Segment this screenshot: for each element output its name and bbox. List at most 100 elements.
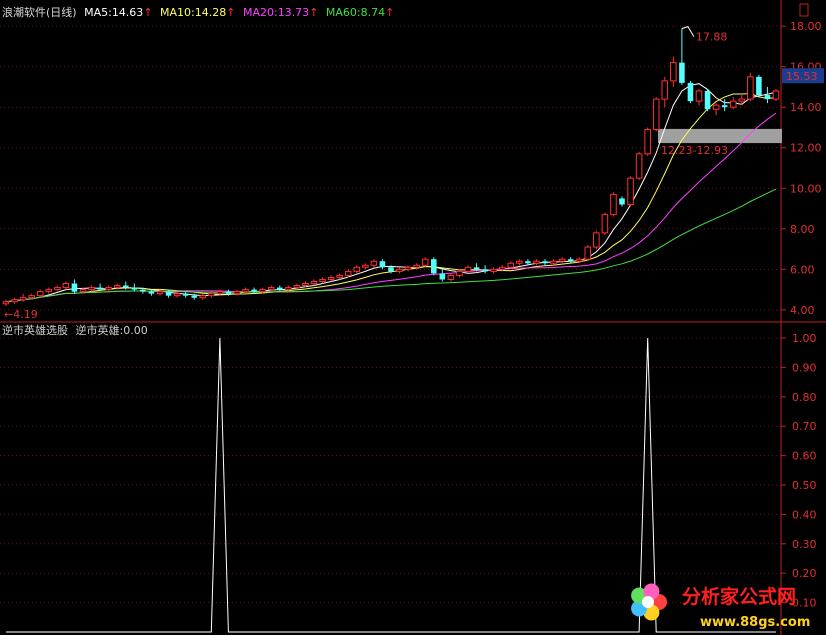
candle-body [507, 262, 515, 268]
indicator-tick-label: 0.80 [792, 391, 817, 404]
candle-body [208, 293, 215, 297]
candle-body [388, 267, 394, 272]
candle-body [259, 289, 266, 293]
chart-stage: 18.0016.0014.0012.0010.008.006.004.0012.… [0, 0, 826, 635]
indicator-tick-label: 0.30 [792, 538, 817, 551]
candle-body [370, 260, 378, 266]
candle-body [516, 260, 523, 264]
candle-body [704, 91, 711, 110]
stock-title: 浪潮软件(日线) [2, 6, 77, 19]
candle-body [542, 261, 548, 264]
candle-body [251, 289, 257, 292]
candle-body [404, 266, 412, 270]
candle-body [439, 273, 446, 280]
candle-body [721, 105, 728, 108]
candle-body [473, 267, 480, 270]
candle-body [464, 266, 472, 272]
price-tick-label: 14.00 [790, 101, 822, 114]
indicator-tick-label: 0.90 [792, 361, 817, 374]
candle-body [242, 289, 249, 293]
ma10-up-arrow: ↑ [226, 6, 236, 19]
ma5-up-arrow: ↑ [143, 6, 153, 19]
price-tick-label: 12.00 [790, 142, 822, 155]
candle-body [62, 283, 70, 289]
candle-body [498, 266, 506, 270]
candle-body [276, 287, 283, 290]
ma60-line [5, 188, 777, 303]
watermark-url: www.88gs.com [700, 615, 810, 630]
candle-body [71, 283, 78, 292]
candle-body [712, 104, 720, 110]
candle-body [216, 291, 224, 295]
candle-body [191, 295, 198, 298]
ma60-readout: MA60:8.74 [325, 6, 386, 19]
low-price-label: ←4.19 [4, 308, 38, 321]
candle-body [558, 258, 566, 262]
candle-body [593, 232, 600, 248]
candle-body [310, 280, 318, 285]
candle-body [644, 129, 651, 155]
candle-body [567, 259, 574, 262]
indicator-tick-label: 0.20 [792, 567, 817, 580]
candle-body [97, 287, 103, 290]
candle-body [747, 76, 754, 100]
candle-body [36, 291, 44, 297]
indicator-name: 逆市英雄选股 [2, 324, 68, 337]
candle-body [336, 274, 343, 278]
candle-body [413, 264, 420, 268]
candle-body [28, 295, 35, 299]
indicator-tick-label: 0.60 [792, 450, 817, 463]
candle-body [619, 198, 625, 205]
band-label: 12.23-12.93 [661, 144, 728, 157]
indicator-value: 逆市英雄:0.00 [75, 324, 148, 337]
candle-body [302, 283, 309, 287]
candle-body [379, 261, 386, 268]
candle-body [54, 287, 61, 291]
ma20-up-arrow: ↑ [309, 6, 319, 19]
candle-body [430, 259, 437, 274]
candle-body [165, 291, 172, 296]
candle-body [327, 276, 335, 280]
candle-body [525, 261, 531, 264]
candle-body [695, 90, 703, 102]
indicator-tick-label: 1.00 [792, 332, 817, 345]
candle-body [772, 90, 780, 100]
candle-body [2, 301, 10, 305]
price-tick-label: 6.00 [790, 263, 815, 276]
candle-body [447, 274, 455, 280]
candle-body [148, 291, 155, 294]
candle-body [156, 291, 164, 295]
chart-header: 浪潮软件(日线) MA5:14.63↑ MA10:14.28↑ MA20:13.… [2, 6, 394, 19]
candle-body [293, 285, 301, 289]
current-price-label: 15.53 [786, 70, 818, 83]
candle-body [122, 285, 129, 288]
watermark-text: 分析家公式网 [682, 585, 796, 608]
indicator-tick-label: 0.40 [792, 508, 817, 521]
candle-body [233, 291, 241, 295]
ma20-readout: MA20:13.73 [242, 6, 310, 19]
indicator-header: 逆市英雄选股 逆市英雄:0.00 [2, 322, 148, 338]
candle-body [490, 268, 497, 272]
candle-body [173, 293, 181, 297]
logo-center [642, 596, 654, 608]
candle-body [362, 264, 369, 268]
price-tick-label: 4.00 [790, 304, 815, 317]
candle-body [45, 289, 53, 293]
candle-body [687, 82, 694, 102]
candle-body [482, 269, 488, 272]
candle-body [679, 62, 685, 83]
candle-body [11, 299, 18, 303]
price-tick-label: 10.00 [790, 182, 822, 195]
high-marker-line [681, 25, 695, 37]
candle-body [199, 295, 207, 299]
candle-body [88, 287, 95, 291]
candle-body [575, 258, 583, 262]
price-tick-label: 8.00 [790, 223, 815, 236]
candle-body [353, 266, 361, 272]
candle-body [182, 293, 189, 296]
ma60-up-arrow: ↑ [385, 6, 395, 19]
watermark-logo [631, 583, 667, 621]
window-toggle-icon [799, 3, 809, 17]
candle-body [764, 95, 771, 100]
candle-body [113, 285, 121, 289]
